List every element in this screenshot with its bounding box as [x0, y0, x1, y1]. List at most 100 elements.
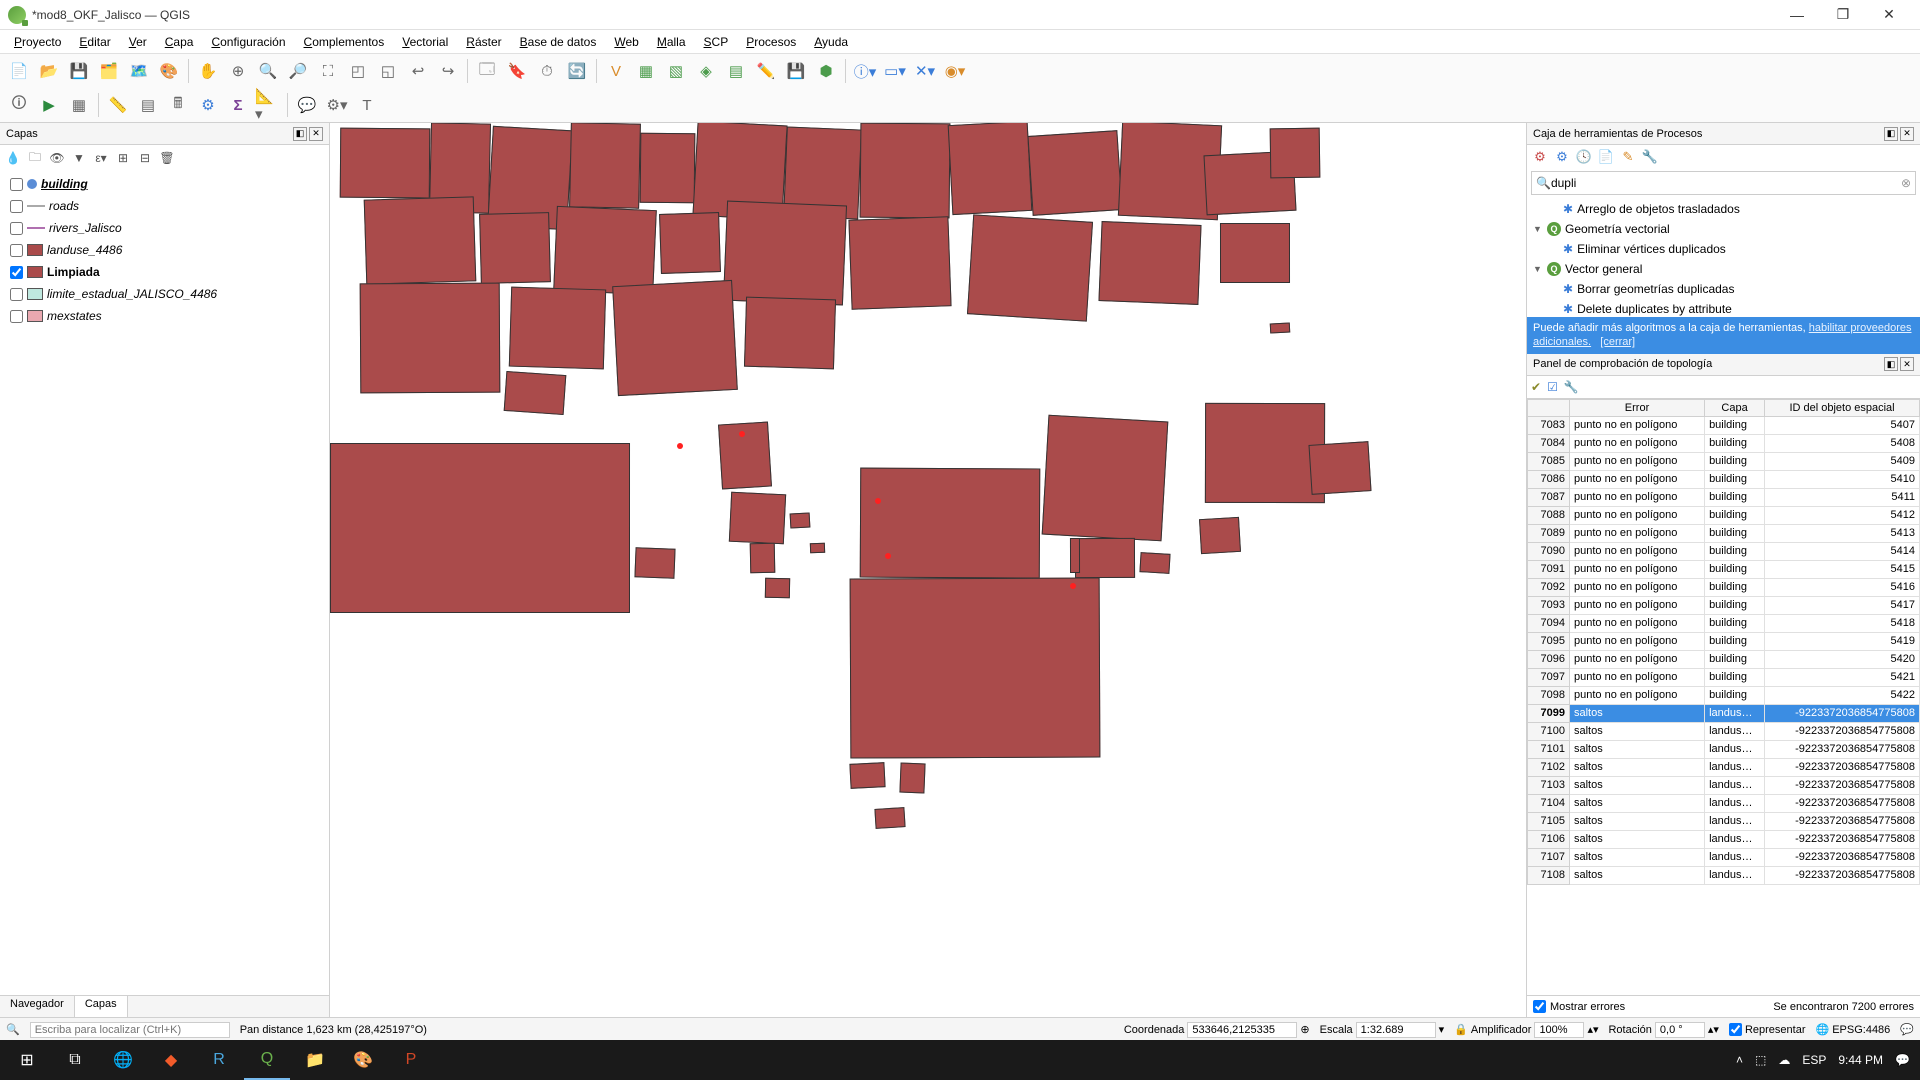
menu-ráster[interactable]: Ráster: [458, 33, 509, 51]
layer-tree[interactable]: buildingroadsrivers_Jaliscolanduse_4486L…: [0, 171, 329, 329]
remove-layer-icon[interactable]: 🗑: [158, 149, 176, 167]
table-row[interactable]: 7087punto no en polígonobuilding5411: [1528, 488, 1920, 506]
new-spatialite-icon[interactable]: ◈: [693, 58, 719, 84]
render-checkbox[interactable]: [1729, 1023, 1742, 1036]
add-vector-icon[interactable]: V: [603, 58, 629, 84]
history-icon[interactable]: 🕓: [1575, 148, 1593, 166]
layer-row-roads[interactable]: roads: [4, 195, 325, 217]
tray-up-icon[interactable]: ˄: [1736, 1053, 1743, 1067]
zoom-out-icon[interactable]: 🔎: [285, 58, 311, 84]
table-row[interactable]: 7090punto no en polígonobuilding5414: [1528, 542, 1920, 560]
crs-label[interactable]: EPSG:4486: [1832, 1024, 1890, 1036]
brave-icon[interactable]: ◆: [148, 1040, 194, 1080]
new-virtual-icon[interactable]: ▤: [723, 58, 749, 84]
clock[interactable]: 9:44 PM: [1838, 1053, 1883, 1067]
clear-search-icon[interactable]: ⊗: [1901, 176, 1911, 190]
toggle-editing-icon[interactable]: ✏️: [753, 58, 779, 84]
layer-checkbox[interactable]: [10, 178, 23, 191]
layout-manager-icon[interactable]: 🗺️: [126, 58, 152, 84]
onedrive-icon[interactable]: ☁: [1778, 1053, 1790, 1067]
refresh-icon[interactable]: 🔄: [564, 58, 590, 84]
layer-row-limite_estadual_JALISCO_4486[interactable]: limite_estadual_JALISCO_4486: [4, 283, 325, 305]
paint-icon[interactable]: 🎨: [340, 1040, 386, 1080]
map-canvas[interactable]: [330, 123, 1526, 1017]
menu-capa[interactable]: Capa: [157, 33, 202, 51]
toggle-extents-icon[interactable]: ⊕: [1300, 1023, 1309, 1036]
table-row[interactable]: 7102saltoslandus…-9223372036854775808: [1528, 758, 1920, 776]
identify-features-icon[interactable]: 🛈: [6, 92, 32, 118]
dropbox-icon[interactable]: ⬚: [1755, 1053, 1766, 1067]
style-manager-icon[interactable]: 🎨: [156, 58, 182, 84]
layer-row-building[interactable]: building: [4, 173, 325, 195]
table-row[interactable]: 7086punto no en polígonobuilding5410: [1528, 470, 1920, 488]
validate-all-icon[interactable]: ✔: [1531, 380, 1541, 394]
coordinate-input[interactable]: [1187, 1022, 1297, 1038]
select-icon[interactable]: ▭▾: [882, 58, 908, 84]
start-button[interactable]: ⊞: [4, 1040, 50, 1080]
expand-all-icon[interactable]: ⊞: [114, 149, 132, 167]
add-group-icon[interactable]: 🗀: [26, 149, 44, 167]
locator-input[interactable]: [30, 1022, 230, 1038]
task-view-icon[interactable]: ⧉: [52, 1040, 98, 1080]
powerpoint-icon[interactable]: P: [388, 1040, 434, 1080]
table-row[interactable]: 7108saltoslandus…-9223372036854775808: [1528, 866, 1920, 884]
table-row[interactable]: 7106saltoslandus…-9223372036854775808: [1528, 830, 1920, 848]
close-topology-button[interactable]: ✕: [1900, 357, 1914, 371]
text-annotation-icon[interactable]: T: [354, 92, 380, 118]
menu-vectorial[interactable]: Vectorial: [394, 33, 456, 51]
table-row[interactable]: 7107saltoslandus…-9223372036854775808: [1528, 848, 1920, 866]
proc-node[interactable]: ▼QGeometría vectorial: [1533, 219, 1914, 239]
deselect-icon[interactable]: ✕▾: [912, 58, 938, 84]
undock-processing-button[interactable]: ◧: [1884, 127, 1898, 141]
menu-scp[interactable]: SCP: [696, 33, 737, 51]
layer-row-rivers_Jalisco[interactable]: rivers_Jalisco: [4, 217, 325, 239]
tab-navegador[interactable]: Navegador: [0, 996, 75, 1017]
new-bookmark-icon[interactable]: 🔖: [504, 58, 530, 84]
messages-icon[interactable]: 💬: [1900, 1023, 1914, 1036]
table-row[interactable]: 7104saltoslandus…-9223372036854775808: [1528, 794, 1920, 812]
scale-input[interactable]: [1356, 1022, 1436, 1038]
layer-checkbox[interactable]: [10, 244, 23, 257]
style-icon[interactable]: 💧: [4, 149, 22, 167]
table-row[interactable]: 7083punto no en polígonobuilding5407: [1528, 416, 1920, 434]
explorer-icon[interactable]: 📁: [292, 1040, 338, 1080]
zoom-layer-icon[interactable]: ◱: [375, 58, 401, 84]
table-row[interactable]: 7098punto no en polígonobuilding5422: [1528, 686, 1920, 704]
processing-tree[interactable]: ✱Arreglo de objetos trasladados▼QGeometr…: [1527, 197, 1920, 317]
manage-visibility-icon[interactable]: 👁: [48, 149, 66, 167]
undock-button[interactable]: ◧: [293, 127, 307, 141]
measure-icon[interactable]: 📐▾: [255, 92, 281, 118]
table-row[interactable]: 7091punto no en polígonobuilding5415: [1528, 560, 1920, 578]
menu-complementos[interactable]: Complementos: [296, 33, 393, 51]
proc-node[interactable]: ✱Delete duplicates by attribute: [1533, 299, 1914, 317]
layer-row-mexstates[interactable]: mexstates: [4, 305, 325, 327]
layer-row-Limpiada[interactable]: Limpiada: [4, 261, 325, 283]
attributes-toolbar-icon[interactable]: ▤: [135, 92, 161, 118]
table-row[interactable]: 7084punto no en polígonobuilding5408: [1528, 434, 1920, 452]
tab-capas[interactable]: Capas: [75, 996, 128, 1017]
measure-line-icon[interactable]: 📏: [105, 92, 131, 118]
close-processing-button[interactable]: ✕: [1900, 127, 1914, 141]
script-icon[interactable]: ⚙: [1553, 148, 1571, 166]
open-project-icon[interactable]: 📂: [36, 58, 62, 84]
new-map-view-icon[interactable]: 🗔: [474, 58, 500, 84]
zoom-last-icon[interactable]: ↩: [405, 58, 431, 84]
options-icon[interactable]: 🔧: [1641, 148, 1659, 166]
attribute-table-icon[interactable]: ▦: [66, 92, 92, 118]
menu-procesos[interactable]: Procesos: [738, 33, 804, 51]
table-row[interactable]: 7103saltoslandus…-9223372036854775808: [1528, 776, 1920, 794]
table-row[interactable]: 7105saltoslandus…-9223372036854775808: [1528, 812, 1920, 830]
new-shapefile-icon[interactable]: ▦: [633, 58, 659, 84]
proc-node[interactable]: ✱Eliminar vértices duplicados: [1533, 239, 1914, 259]
menu-base-de-datos[interactable]: Base de datos: [512, 33, 605, 51]
menu-web[interactable]: Web: [606, 33, 646, 51]
table-row[interactable]: 7096punto no en polígonobuilding5420: [1528, 650, 1920, 668]
table-row[interactable]: 7094punto no en polígonobuilding5418: [1528, 614, 1920, 632]
menu-malla[interactable]: Malla: [649, 33, 694, 51]
add-feature-icon[interactable]: ⬢: [813, 58, 839, 84]
filter-by-expression-icon[interactable]: ε▾: [92, 149, 110, 167]
magnifier-input[interactable]: [1534, 1022, 1584, 1038]
edit-in-place-icon[interactable]: ✎: [1619, 148, 1637, 166]
statistics-icon[interactable]: Σ: [225, 92, 251, 118]
chrome-icon[interactable]: 🌐: [100, 1040, 146, 1080]
